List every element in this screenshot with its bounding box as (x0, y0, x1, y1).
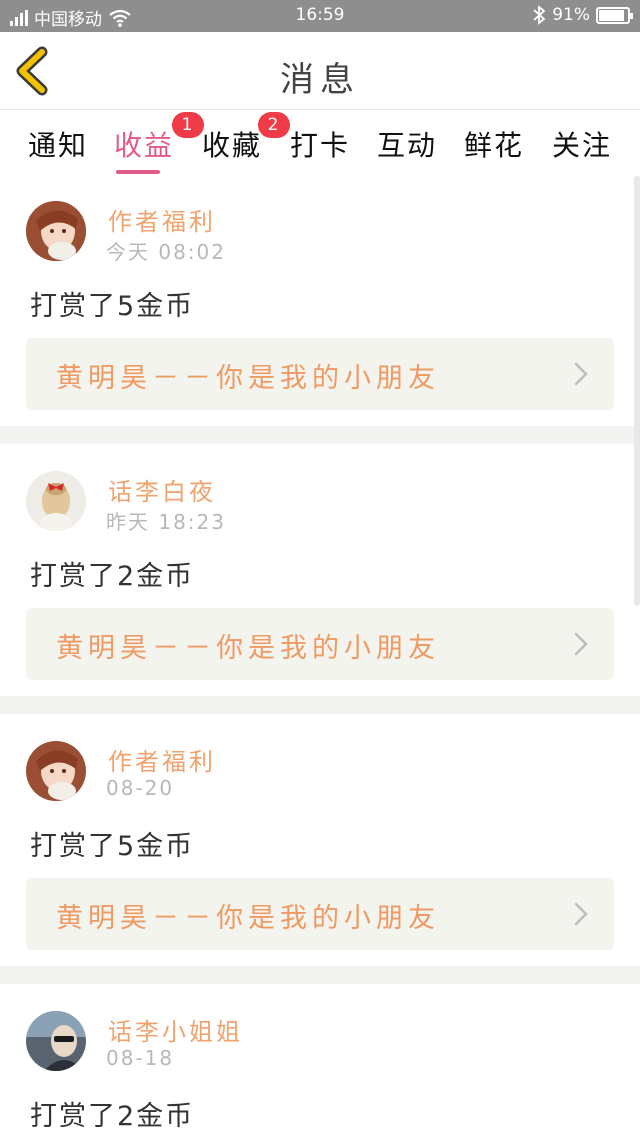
card-divider (0, 966, 640, 984)
story-title: 黄明昊－－你是我的小朋友 (56, 633, 440, 664)
timestamp: 08-18 (106, 1046, 175, 1070)
message-card: 话李白夜 昨天 18:23 打赏了2金币 黄明昊－－你是我的小朋友 (0, 444, 640, 696)
battery-fill (599, 9, 625, 21)
username[interactable]: 话李小姐姐 (108, 1012, 243, 1047)
message-text: 打赏了2金币 (30, 561, 195, 592)
unread-badge: 1 (172, 112, 204, 138)
story-link[interactable]: 黄明昊－－你是我的小朋友 (26, 878, 614, 950)
timestamp: 今天 08:02 (106, 240, 226, 264)
avatar[interactable] (26, 201, 86, 261)
story-title: 黄明昊－－你是我的小朋友 (56, 903, 440, 934)
tab-notifications[interactable]: 通知 (28, 124, 88, 164)
girl-red-bow-icon (26, 471, 86, 531)
scrollbar[interactable] (634, 176, 640, 606)
message-text: 打赏了5金币 (30, 291, 195, 322)
battery-percent: 91% (552, 5, 590, 25)
battery-icon (596, 6, 633, 24)
card-divider (0, 696, 640, 714)
tab-label: 收益 (114, 129, 175, 162)
story-title: 黄明昊－－你是我的小朋友 (56, 363, 440, 394)
story-link[interactable]: 黄明昊－－你是我的小朋友 (26, 608, 614, 680)
status-right: 91% (532, 5, 633, 25)
avatar[interactable] (26, 741, 86, 801)
message-text: 打赏了5金币 (30, 831, 195, 862)
tab-label: 打卡 (290, 129, 351, 162)
username[interactable]: 作者福利 (108, 202, 216, 237)
nav-bar: 消息 (0, 32, 640, 110)
message-card: 作者福利 今天 08:02 打赏了5金币 黄明昊－－你是我的小朋友 (0, 174, 640, 426)
tab-checkin[interactable]: 打卡 (290, 124, 350, 164)
timestamp: 08-20 (106, 776, 175, 800)
tab-label: 收藏 (202, 129, 263, 162)
unread-badge: 2 (258, 112, 290, 138)
tab-interaction[interactable]: 互动 (377, 124, 437, 164)
tab-following[interactable]: 关注 (552, 124, 612, 164)
tab-label: 互动 (377, 129, 438, 162)
tab-favorites[interactable]: 收藏 2 (202, 112, 290, 164)
tab-earnings[interactable]: 收益 1 (114, 112, 204, 174)
message-text: 打赏了2金币 (30, 1101, 195, 1132)
tab-bar: 通知 收益 1 收藏 2 打卡 互动 鲜花 关注 (0, 110, 640, 174)
tab-flowers[interactable]: 鲜花 (464, 124, 524, 164)
girl-brown-hair-icon (26, 741, 86, 801)
page-title: 消息 (280, 60, 360, 100)
chevron-right-icon (574, 632, 588, 656)
tab-label: 通知 (28, 129, 89, 162)
message-card: 作者福利 08-20 打赏了5金币 黄明昊－－你是我的小朋友 (0, 714, 640, 966)
status-bar: 中国移动 16:59 91% (0, 0, 640, 32)
chevron-right-icon (574, 902, 588, 926)
tab-label: 鲜花 (464, 129, 525, 162)
message-card: 话李小姐姐 08-18 打赏了2金币 (0, 984, 640, 1138)
avatar[interactable] (26, 471, 86, 531)
tab-label: 关注 (552, 129, 613, 162)
timestamp: 昨天 18:23 (106, 510, 226, 534)
bluetooth-icon (533, 5, 546, 25)
username[interactable]: 作者福利 (108, 742, 216, 777)
avatar[interactable] (26, 1011, 86, 1071)
card-divider (0, 426, 640, 444)
man-sunglasses-icon (26, 1011, 86, 1071)
girl-brown-hair-icon (26, 201, 86, 261)
username[interactable]: 话李白夜 (108, 472, 216, 507)
story-link[interactable]: 黄明昊－－你是我的小朋友 (26, 338, 614, 410)
chevron-right-icon (574, 362, 588, 386)
